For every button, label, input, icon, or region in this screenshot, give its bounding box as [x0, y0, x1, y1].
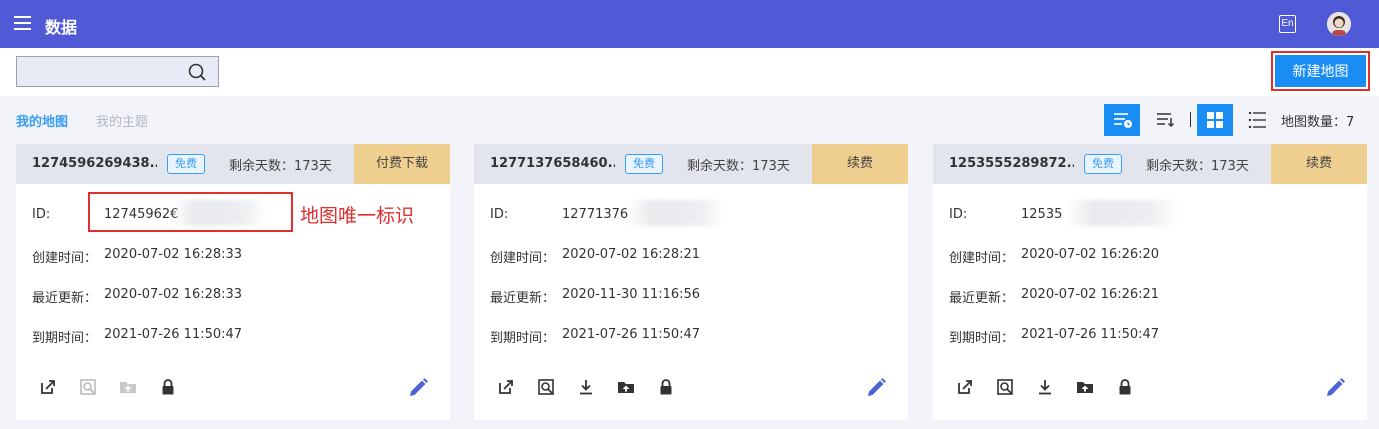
- updated-value: 2020-07-02 16:28:33: [104, 287, 243, 302]
- hamburger-menu-icon[interactable]: [14, 16, 31, 30]
- id-redaction-blur: [628, 200, 724, 226]
- avatar-image: [1327, 12, 1351, 36]
- lock-icon[interactable]: [656, 377, 676, 397]
- card-header: 1253555289872... 免费 剩余天数：173天 续费: [933, 144, 1367, 184]
- created-label: 创建时间：: [490, 251, 556, 266]
- sub-toolbar: 我的地图 我的主题 地图数量：7: [0, 96, 1379, 144]
- card-title: 1277137658460...: [490, 156, 615, 171]
- annotation-highlight-box: [88, 192, 293, 232]
- edit-pencil-icon[interactable]: [864, 376, 888, 400]
- open-icon[interactable]: [496, 377, 516, 397]
- free-badge: 免费: [1084, 154, 1122, 174]
- open-icon[interactable]: [955, 377, 975, 397]
- renew-button[interactable]: 续费: [1271, 144, 1367, 184]
- created-label: 创建时间：: [32, 251, 98, 266]
- open-icon[interactable]: [38, 377, 58, 397]
- page-title: 数据: [45, 18, 78, 37]
- card-title: 1253555289872...: [949, 156, 1074, 171]
- annotation-text: 地图唯一标识: [300, 205, 415, 227]
- sort-order-icon: [1157, 113, 1175, 128]
- card-header: 1277137658460... 免费 剩余天数：173天 续费: [474, 144, 908, 184]
- map-card: 1253555289872... 免费 剩余天数：173天 续费 ID: 125…: [933, 144, 1367, 420]
- map-count: 地图数量：7: [1281, 115, 1355, 130]
- expires-label: 到期时间：: [949, 331, 1015, 346]
- grid-view-icon: [1207, 112, 1223, 128]
- expires-value: 2021-07-26 11:50:47: [1021, 327, 1160, 342]
- lock-icon[interactable]: [158, 377, 178, 397]
- free-badge: 免费: [625, 154, 663, 174]
- remaining-days: 剩余天数：173天: [1146, 159, 1249, 174]
- expires-value: 2021-07-26 11:50:47: [104, 327, 243, 342]
- id-label: ID:: [32, 207, 51, 222]
- id-value: 12771376: [562, 207, 629, 222]
- tab-my-themes[interactable]: 我的主题: [96, 111, 148, 130]
- search-box: [16, 56, 219, 87]
- upload-folder-icon[interactable]: [616, 377, 636, 397]
- expires-label: 到期时间：: [490, 331, 556, 346]
- card-title: 1274596269438...: [32, 156, 157, 171]
- updated-label: 最近更新：: [32, 291, 98, 306]
- created-value: 2020-07-02 16:28:33: [104, 247, 243, 262]
- created-value: 2020-07-02 16:26:20: [1021, 247, 1160, 262]
- search-icon[interactable]: [188, 63, 206, 81]
- preview-icon[interactable]: [78, 377, 98, 397]
- upload-folder-icon[interactable]: [1075, 377, 1095, 397]
- lock-icon[interactable]: [1115, 377, 1135, 397]
- id-label: ID:: [490, 207, 509, 222]
- top-bar: 数据 En: [0, 0, 1379, 48]
- download-icon[interactable]: [1035, 377, 1055, 397]
- updated-value: 2020-07-02 16:26:21: [1021, 287, 1160, 302]
- created-label: 创建时间：: [949, 251, 1015, 266]
- toolbar: 新建地图: [0, 48, 1379, 96]
- renew-button[interactable]: 续费: [812, 144, 908, 184]
- id-redaction-blur: [1066, 200, 1178, 226]
- card-header: 1274596269438... 免费 剩余天数：173天 付费下载: [16, 144, 450, 184]
- new-map-highlight-box: 新建地图: [1271, 51, 1370, 91]
- user-avatar[interactable]: [1327, 12, 1351, 36]
- upload-folder-icon[interactable]: [118, 377, 138, 397]
- updated-label: 最近更新：: [490, 291, 556, 306]
- expires-label: 到期时间：: [32, 331, 98, 346]
- updated-value: 2020-11-30 11:16:56: [562, 287, 701, 302]
- list-view-button[interactable]: [1239, 104, 1275, 136]
- remaining-days: 剩余天数：173天: [687, 159, 790, 174]
- list-view-icon: [1248, 111, 1266, 129]
- id-label: ID:: [949, 207, 968, 222]
- id-value: 12535: [1021, 207, 1063, 222]
- tab-my-maps[interactable]: 我的地图: [16, 111, 68, 130]
- new-map-button[interactable]: 新建地图: [1275, 55, 1366, 87]
- view-divider: [1190, 112, 1191, 127]
- expires-value: 2021-07-26 11:50:47: [562, 327, 701, 342]
- edit-pencil-icon[interactable]: [406, 376, 430, 400]
- created-value: 2020-07-02 16:28:21: [562, 247, 701, 262]
- grid-view-button[interactable]: [1197, 104, 1233, 136]
- language-toggle-button[interactable]: En: [1279, 15, 1296, 33]
- sort-order-button[interactable]: [1147, 104, 1183, 136]
- edit-pencil-icon[interactable]: [1323, 376, 1347, 400]
- free-badge: 免费: [167, 154, 205, 174]
- preview-icon[interactable]: [995, 377, 1015, 397]
- updated-label: 最近更新：: [949, 291, 1015, 306]
- sort-time-icon: [1114, 113, 1132, 128]
- map-card: 1277137658460... 免费 剩余天数：173天 续费 ID: 127…: [474, 144, 908, 420]
- preview-icon[interactable]: [536, 377, 556, 397]
- remaining-days: 剩余天数：173天: [229, 159, 332, 174]
- paid-download-button[interactable]: 付费下载: [354, 144, 450, 184]
- sort-by-time-button[interactable]: [1104, 104, 1140, 136]
- map-card: 1274596269438... 免费 剩余天数：173天 付费下载 ID: 1…: [16, 144, 450, 420]
- download-icon[interactable]: [576, 377, 596, 397]
- search-input[interactable]: [17, 57, 187, 86]
